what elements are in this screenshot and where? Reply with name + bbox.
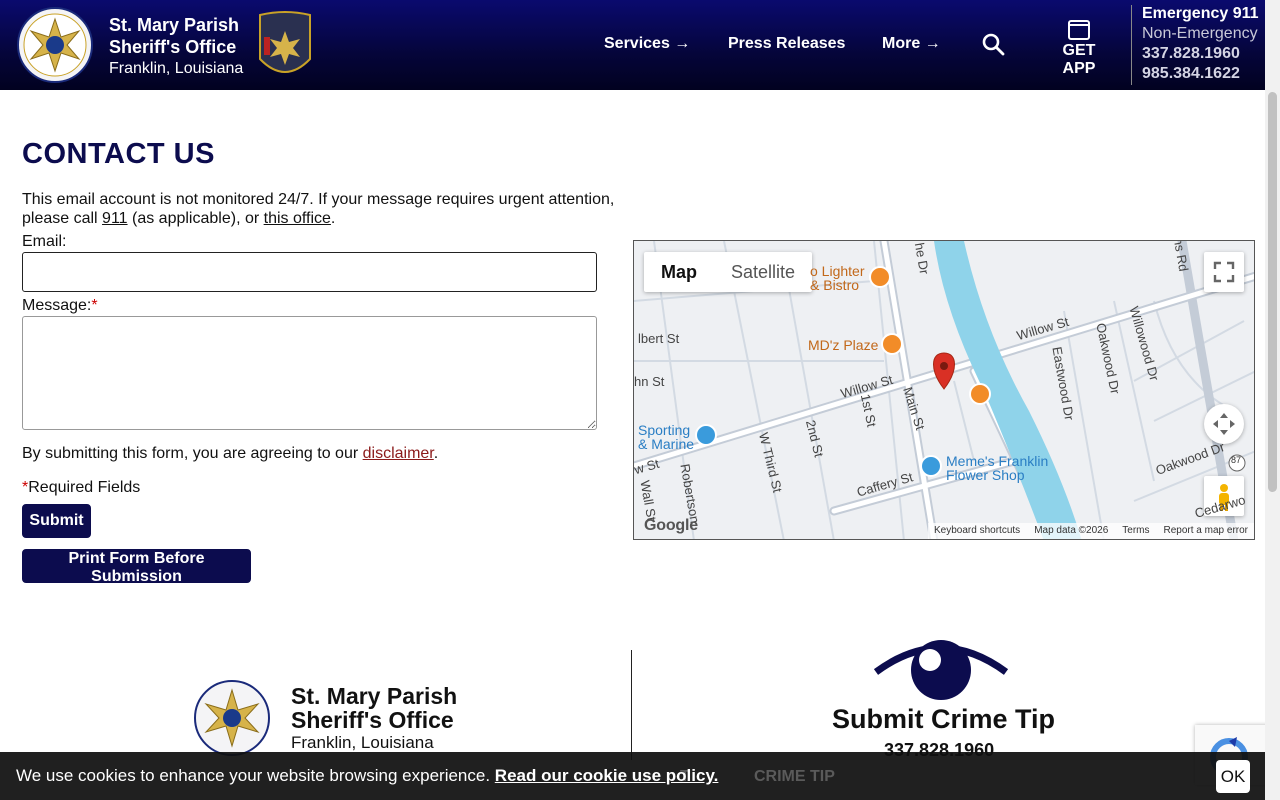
message-label: Message:* bbox=[22, 297, 98, 315]
link-911[interactable]: 911 bbox=[102, 210, 128, 227]
agree-text: By submitting this form, you are agreein… bbox=[22, 445, 438, 463]
footer-divider bbox=[631, 650, 632, 760]
poi-line: Sporting bbox=[638, 422, 691, 438]
map-tab-map[interactable]: Map bbox=[644, 252, 714, 292]
required-fields-note: *Required Fields bbox=[22, 479, 140, 497]
terms-link[interactable]: Terms bbox=[1122, 525, 1149, 539]
agree-end: . bbox=[433, 445, 439, 462]
cookie-text: We use cookies to enhance your website b… bbox=[16, 766, 718, 786]
notice-mid: (as applicable), or bbox=[127, 210, 264, 227]
nav-press-releases[interactable]: Press Releases bbox=[728, 35, 845, 53]
poi-line: o Lighter bbox=[810, 263, 865, 279]
street-label: hn St bbox=[634, 374, 665, 389]
fullscreen-icon bbox=[1213, 261, 1235, 283]
cookie-banner: CRIME TIP T We use cookies to enhance yo… bbox=[0, 752, 1265, 800]
footer-brand-line-1: St. Mary Parish bbox=[291, 683, 458, 709]
email-field[interactable] bbox=[22, 252, 597, 292]
map-camera-control[interactable] bbox=[1204, 404, 1244, 444]
sheriff-patch-icon bbox=[259, 11, 311, 73]
cookie-ok-button[interactable]: OK bbox=[1216, 760, 1250, 793]
nav-services[interactable]: Services → bbox=[604, 35, 690, 53]
poi-label-restaurant[interactable]: o Lighter & Bistro bbox=[810, 264, 864, 292]
header-phones: Emergency 911 Non-Emergency 337.828.1960… bbox=[1142, 4, 1259, 84]
poi-label-sporting[interactable]: Sporting & Marine bbox=[638, 423, 694, 451]
message-field[interactable] bbox=[22, 316, 597, 430]
footer-brand: St. Mary Parish Sheriff's Office Frankli… bbox=[291, 684, 457, 754]
notice-text: This email account is not monitored 24/7… bbox=[22, 190, 632, 228]
required-mark: * bbox=[91, 297, 98, 314]
brand-line-2: Sheriff's Office bbox=[109, 37, 237, 57]
header-divider bbox=[1131, 5, 1132, 85]
email-label: Email: bbox=[22, 233, 67, 250]
phone-number-2[interactable]: 985.384.1622 bbox=[1142, 64, 1259, 84]
get-app-label: GET APP bbox=[1062, 42, 1096, 77]
sheriff-star-logo-icon[interactable] bbox=[15, 7, 95, 83]
brand-line-1: St. Mary Parish bbox=[109, 15, 240, 35]
submit-button[interactable]: Submit bbox=[22, 504, 91, 538]
message-label-text: Message: bbox=[22, 297, 92, 314]
keyboard-shortcuts-link[interactable]: Keyboard shortcuts bbox=[934, 525, 1020, 539]
non-emergency-label: Non-Emergency bbox=[1142, 25, 1258, 42]
footer-star-logo-icon bbox=[194, 680, 270, 756]
poi-line: & Marine bbox=[638, 436, 695, 452]
map-type-tabs: Map Satellite bbox=[644, 252, 813, 292]
route-shield-label: 87 bbox=[1231, 455, 1242, 465]
report-error-link[interactable]: Report a map error bbox=[1164, 525, 1248, 539]
phone-number-1[interactable]: 337.828.1960 bbox=[1142, 44, 1259, 64]
agree-pre: By submitting this form, you are agreein… bbox=[22, 445, 363, 462]
google-map[interactable]: Map Satellite lbert St hn St Willow St W… bbox=[633, 240, 1255, 540]
disclaimer-link[interactable]: disclaimer bbox=[363, 445, 434, 462]
site-header: St. Mary Parish Sheriff's Office Frankli… bbox=[0, 0, 1280, 90]
pan-arrows-icon bbox=[1213, 413, 1235, 435]
poi-line: Flower Shop bbox=[946, 467, 1025, 483]
link-this-office[interactable]: this office bbox=[264, 210, 331, 227]
required-note-text: Required Fields bbox=[28, 479, 141, 496]
emergency-label[interactable]: Emergency 911 bbox=[1142, 4, 1259, 24]
eye-icon[interactable] bbox=[872, 638, 1010, 700]
page-scrollbar[interactable] bbox=[1265, 0, 1280, 800]
fullscreen-button[interactable] bbox=[1204, 252, 1244, 292]
poi-label-flower-shop[interactable]: Meme's Franklin Flower Shop bbox=[946, 454, 1048, 482]
map-data-text: Map data ©2026 bbox=[1034, 525, 1109, 536]
google-logo[interactable]: Google bbox=[644, 517, 698, 535]
map-attribution: Keyboard shortcuts Map data ©2026 Terms … bbox=[928, 523, 1254, 539]
header-brand[interactable]: St. Mary Parish Sheriff's Office Frankli… bbox=[109, 14, 243, 80]
search-icon[interactable] bbox=[981, 32, 1005, 56]
crime-tip-ghost-label: CRIME TIP bbox=[754, 768, 835, 785]
cookie-message: We use cookies to enhance your website b… bbox=[16, 766, 495, 785]
scrollbar-thumb[interactable] bbox=[1268, 92, 1277, 492]
poi-label-mdz[interactable]: MD'z Plaze bbox=[808, 338, 878, 352]
phone-icon bbox=[1068, 20, 1090, 40]
notice-end: . bbox=[330, 210, 336, 227]
poi-line: & Bistro bbox=[810, 277, 860, 293]
footer-brand-line-2: Sheriff's Office bbox=[291, 707, 454, 733]
street-label: lbert St bbox=[638, 331, 680, 346]
page-title: CONTACT US bbox=[22, 138, 215, 170]
poi-line: Meme's Franklin bbox=[946, 453, 1049, 469]
crime-tip-title[interactable]: Submit Crime Tip bbox=[832, 704, 1055, 735]
footer-brand-line-3: Franklin, Louisiana bbox=[291, 733, 434, 752]
cookie-policy-link[interactable]: Read our cookie use policy. bbox=[495, 766, 719, 785]
print-form-button[interactable]: Print Form Before Submission bbox=[22, 549, 251, 585]
get-app-button[interactable]: GET APP bbox=[1046, 20, 1112, 78]
nav-more[interactable]: More → bbox=[882, 35, 941, 53]
brand-line-3: Franklin, Louisiana bbox=[109, 60, 244, 77]
map-tab-satellite[interactable]: Satellite bbox=[714, 252, 812, 292]
